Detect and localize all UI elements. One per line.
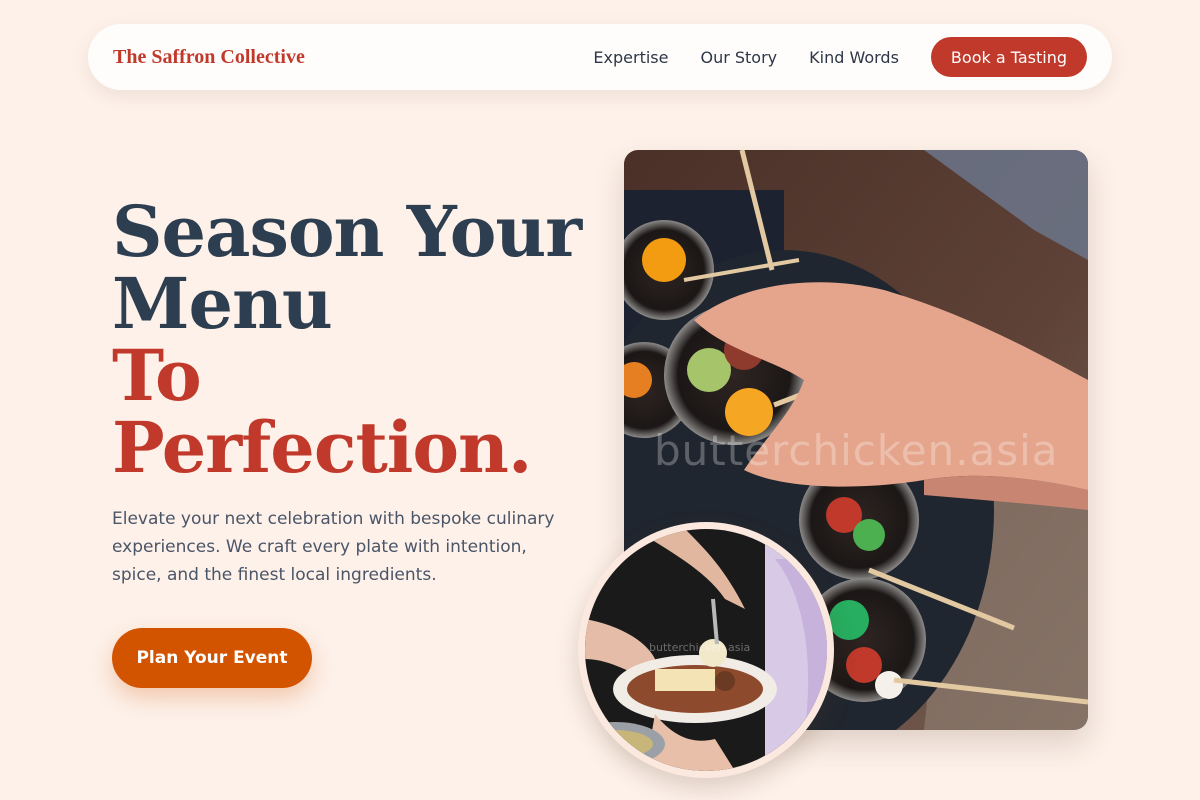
headline-line-4: Perfection. — [112, 406, 532, 489]
hero-headline: Season Your Menu To Perfection. — [112, 190, 582, 489]
hero-description: Elevate your next celebration with bespo… — [112, 509, 555, 585]
plated-dish-frame: butterchicken.asia — [585, 529, 827, 771]
plated-dish-photo: butterchicken.asia — [578, 522, 834, 778]
headline-line-1: Season Your — [112, 190, 582, 273]
dish-watermark-text: butterchicken.asia — [649, 641, 751, 654]
nav-link-expertise[interactable]: Expertise — [593, 48, 668, 67]
top-nav: The Saffron Collective Expertise Our Sto… — [88, 24, 1112, 90]
headline-line-3: To — [112, 334, 202, 417]
nav-links: Expertise Our Story Kind Words Book a Ta… — [593, 37, 1087, 77]
plan-event-button[interactable]: Plan Your Event — [112, 628, 312, 688]
nav-link-kind-words[interactable]: Kind Words — [809, 48, 899, 67]
nav-link-our-story[interactable]: Our Story — [700, 48, 777, 67]
watermark-text: butterchicken.asia — [654, 426, 1059, 475]
book-tasting-button[interactable]: Book a Tasting — [930, 37, 1087, 77]
brand-logo[interactable]: The Saffron Collective — [113, 46, 305, 69]
headline-line-2: Menu — [112, 262, 333, 345]
